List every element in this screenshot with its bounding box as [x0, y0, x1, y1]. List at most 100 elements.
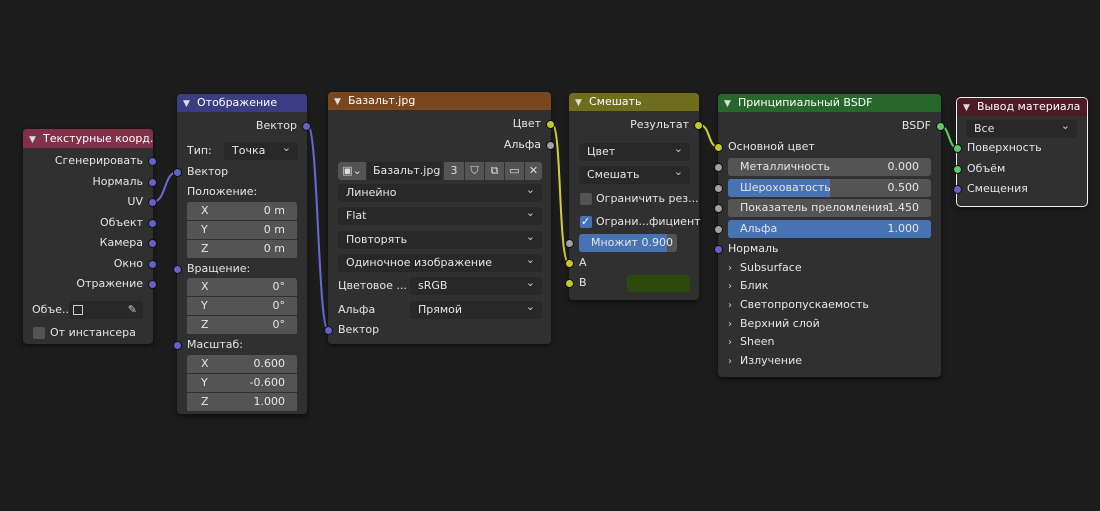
socket-dot-icon[interactable] — [565, 259, 574, 268]
socket-dot-icon[interactable] — [694, 121, 703, 130]
node-header[interactable]: ▼ Отображение — [177, 94, 307, 112]
location-label-row: Положение: — [177, 183, 307, 201]
socket-dot-icon[interactable] — [302, 122, 311, 131]
socket-dot-icon[interactable] — [714, 143, 723, 152]
socket-dot-icon[interactable] — [546, 120, 555, 129]
collapse-chevron-icon[interactable]: ▼ — [724, 95, 734, 112]
socket-dot-icon[interactable] — [173, 168, 182, 177]
unlink-close-icon[interactable]: ✕ — [525, 162, 542, 180]
socket-dot-icon[interactable] — [953, 165, 962, 174]
extension-dropdown[interactable]: Повторять — [338, 231, 542, 249]
location-y[interactable]: Y 0 m — [187, 221, 297, 239]
socket-dot-icon[interactable] — [173, 341, 182, 350]
object-picker[interactable]: ✎ — [69, 301, 143, 319]
node-header[interactable]: ▼ Базальт.jpg — [328, 92, 551, 110]
location-z[interactable]: Z 0 m — [187, 240, 297, 258]
alpha-mode-dropdown[interactable]: Прямой — [410, 301, 542, 319]
output-vector: Вектор — [177, 117, 311, 135]
data-type-dropdown[interactable]: Цвет — [579, 143, 690, 161]
image-users-count[interactable]: 3 — [444, 162, 464, 180]
panel-transmission[interactable]: › Светопропускаемость — [728, 296, 869, 314]
node-header[interactable]: ▼ Смешать — [569, 93, 699, 111]
socket-label: UV — [127, 195, 143, 208]
panel-sheen[interactable]: › Sheen — [728, 333, 774, 351]
socket-dot-icon[interactable] — [714, 225, 723, 234]
blend-type-dropdown[interactable]: Смешать — [579, 166, 690, 184]
socket-dot-icon[interactable] — [546, 141, 555, 150]
collapse-chevron-icon[interactable]: ▼ — [183, 95, 193, 112]
scale-x[interactable]: X 0.600 — [187, 355, 297, 373]
node-texture-coordinate[interactable]: ▼ Текстурные коорд... Сгенерировать Норма… — [23, 129, 157, 344]
collapse-chevron-icon[interactable]: ▼ — [29, 131, 39, 148]
panel-emission[interactable]: › Излучение — [728, 352, 802, 370]
output-reflection: Отражение — [23, 275, 157, 293]
panel-subsurface[interactable]: › Subsurface — [728, 259, 802, 277]
node-principled-bsdf[interactable]: ▼ Принципиальный BSDF BSDF Основной цвет … — [714, 94, 945, 377]
open-folder-icon[interactable]: ▭ — [505, 162, 524, 180]
alpha-slider[interactable]: Альфа 1.000 — [728, 220, 931, 238]
clamp-result-checkbox[interactable] — [580, 193, 592, 205]
eyedropper-icon[interactable]: ✎ — [128, 301, 137, 319]
socket-dot-icon[interactable] — [714, 245, 723, 254]
socket-dot-icon[interactable] — [953, 185, 962, 194]
ior-label: Показатель преломления — [740, 201, 889, 214]
panel-specular[interactable]: › Блик — [728, 277, 768, 295]
colorspace-dropdown[interactable]: sRGB — [410, 277, 542, 295]
socket-dot-icon[interactable] — [148, 198, 157, 207]
socket-dot-icon[interactable] — [714, 184, 723, 193]
source-dropdown[interactable]: Одиночное изображение — [338, 254, 542, 272]
target-dropdown[interactable]: Все — [966, 120, 1077, 138]
scale-z[interactable]: Z 1.000 — [187, 393, 297, 411]
socket-dot-icon[interactable] — [565, 279, 574, 288]
interpolation-dropdown[interactable]: Линейно — [338, 184, 542, 202]
collapse-chevron-icon[interactable]: ▼ — [963, 99, 973, 116]
from-instancer-checkbox[interactable] — [33, 327, 45, 339]
input-surface: Поверхность — [953, 139, 1087, 157]
node-mapping[interactable]: ▼ Отображение Вектор Тип: Точка Вектор По… — [173, 94, 311, 414]
duplicate-icon[interactable]: ⧉ — [485, 162, 504, 180]
location-x[interactable]: X 0 m — [187, 202, 297, 220]
output-camera: Камера — [23, 234, 157, 252]
image-name-field[interactable]: Базальт.jpg — [367, 162, 442, 180]
rotation-x[interactable]: X 0° — [187, 278, 297, 296]
panel-label: Верхний слой — [740, 317, 820, 330]
node-image-texture[interactable]: ▼ Базальт.jpg Цвет Альфа ▣⌄ Базальт.jpg 3… — [324, 92, 555, 344]
socket-dot-icon[interactable] — [565, 239, 574, 248]
socket-dot-icon[interactable] — [714, 204, 723, 213]
panel-coat[interactable]: › Верхний слой — [728, 315, 820, 333]
socket-dot-icon[interactable] — [714, 163, 723, 172]
ior-value: 1.450 — [887, 201, 920, 214]
factor-slider[interactable]: Множит 0.900 — [579, 234, 677, 252]
scale-y[interactable]: Y -0.600 — [187, 374, 297, 392]
node-header[interactable]: ▼ Текстурные коорд... — [23, 129, 153, 148]
fake-user-shield-icon[interactable]: ⛉ — [465, 162, 484, 180]
ior-field[interactable]: Показатель преломления 1.450 — [728, 199, 931, 217]
socket-dot-icon[interactable] — [953, 144, 962, 153]
roughness-slider[interactable]: Шероховатость 0.500 — [728, 179, 931, 197]
rotation-z[interactable]: Z 0° — [187, 316, 297, 334]
metallic-slider[interactable]: Металличность 0.000 — [728, 158, 931, 176]
socket-label: Окно — [113, 257, 143, 270]
socket-dot-icon[interactable] — [173, 265, 182, 274]
projection-dropdown[interactable]: Flat — [338, 207, 542, 225]
socket-dot-icon[interactable] — [148, 239, 157, 248]
socket-dot-icon[interactable] — [936, 122, 945, 131]
node-header[interactable]: ▼ Принципиальный BSDF — [718, 94, 941, 112]
node-header[interactable]: ▼ Вывод материала — [957, 98, 1087, 116]
node-mix[interactable]: ▼ Смешать Результат Цвет Смешать Ограничи… — [565, 93, 703, 300]
rotation-y[interactable]: Y 0° — [187, 297, 297, 315]
collapse-chevron-icon[interactable]: ▼ — [575, 94, 585, 111]
node-material-output[interactable]: ▼ Вывод материала Все Поверхность Объём С… — [953, 97, 1088, 207]
collapse-chevron-icon[interactable]: ▼ — [334, 93, 344, 110]
b-color-swatch[interactable] — [627, 275, 690, 292]
axis-label: Y — [201, 223, 208, 236]
image-browse-icon[interactable]: ▣⌄ — [338, 162, 366, 180]
socket-dot-icon[interactable] — [148, 219, 157, 228]
type-dropdown[interactable]: Точка — [224, 142, 298, 160]
socket-dot-icon[interactable] — [148, 178, 157, 187]
socket-dot-icon[interactable] — [324, 326, 333, 335]
socket-dot-icon[interactable] — [148, 280, 157, 289]
socket-dot-icon[interactable] — [148, 260, 157, 269]
clamp-factor-checkbox[interactable] — [580, 213, 592, 231]
socket-dot-icon[interactable] — [148, 157, 157, 166]
